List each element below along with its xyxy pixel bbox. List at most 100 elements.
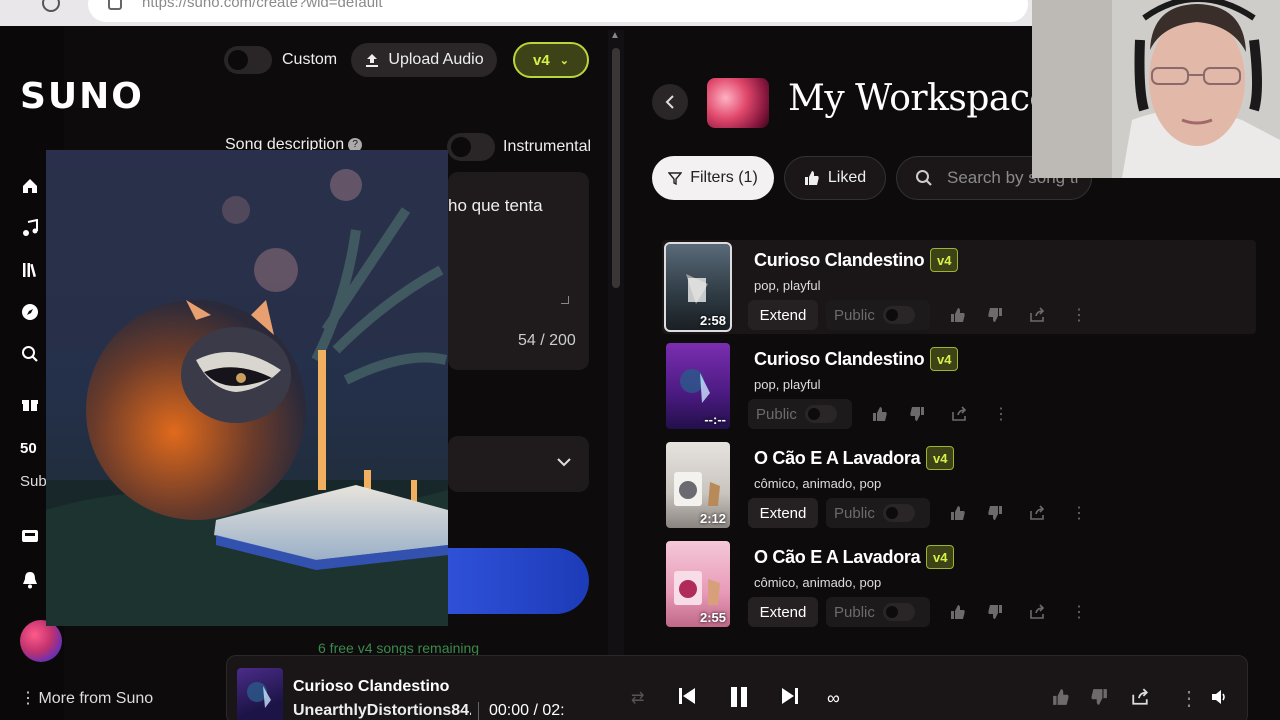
next-icon[interactable] [780, 686, 800, 706]
more-vertical-icon[interactable]: ⋮ [1068, 601, 1090, 623]
song-cover[interactable]: --:-- [666, 343, 730, 429]
thumbs-down-icon[interactable] [984, 601, 1006, 623]
public-toggle[interactable]: Public [826, 300, 930, 330]
search-icon[interactable] [20, 344, 40, 364]
create-scrollbar-thumb[interactable] [612, 48, 620, 288]
song-cover[interactable]: 2:12 [666, 442, 730, 528]
chevron-down-icon: ⌄ [559, 54, 569, 67]
song-tags[interactable]: cômico, animado, pop [754, 476, 881, 491]
song-title[interactable]: Curioso Clandestino [754, 250, 925, 271]
public-switch[interactable] [882, 306, 915, 324]
custom-toggle[interactable] [224, 46, 272, 74]
liked-label: Liked [827, 169, 867, 186]
song-tags[interactable]: cômico, animado, pop [754, 575, 881, 590]
thumbs-up-icon[interactable] [869, 403, 891, 425]
song-duration: 2:58 [699, 313, 726, 328]
filters-button[interactable]: Filters (1) [652, 156, 774, 200]
song-row[interactable]: 2:12 O Cão E A Lavadora v4 cômico, anima… [662, 438, 1256, 532]
previous-icon[interactable] [677, 686, 697, 706]
instrumental-label: Instrumental [503, 138, 592, 155]
model-select[interactable]: v4 ⌄ [513, 42, 589, 78]
song-row[interactable]: 2:58 Curioso Clandestino v4 pop, playful… [662, 240, 1256, 334]
share-icon[interactable] [1131, 688, 1149, 706]
song-cover[interactable]: 2:55 [666, 541, 730, 627]
more-vertical-icon[interactable]: ⋮ [1068, 304, 1090, 326]
extend-button[interactable]: Extend [748, 300, 818, 330]
model-badge: v4 [926, 545, 955, 569]
app-window: https://suno.com/create?wid=default SUNO… [0, 0, 1280, 720]
more-vertical-icon[interactable]: ⋮ [1179, 686, 1199, 711]
public-toggle[interactable]: Public [826, 498, 930, 528]
more-from-suno[interactable]: ⋮ More from Suno [20, 688, 153, 708]
webcam-overlay [1032, 0, 1280, 178]
public-switch[interactable] [882, 504, 915, 522]
public-label: Public [834, 306, 875, 324]
gift-icon[interactable] [20, 393, 40, 413]
song-row[interactable]: --:-- Curioso Clandestino v4 pop, playfu… [662, 339, 1256, 433]
back-button[interactable] [652, 84, 688, 120]
share-icon[interactable] [1026, 304, 1048, 326]
song-title[interactable]: O Cão E A Lavadora [754, 448, 921, 469]
thumbs-up-icon[interactable] [1052, 688, 1070, 706]
instrumental-toggle-row[interactable]: Instrumental [447, 133, 591, 161]
song-duration: 2:12 [699, 511, 726, 526]
song-tags[interactable]: pop, playful [754, 377, 821, 392]
thumbs-down-icon[interactable] [1090, 688, 1108, 706]
public-label: Public [834, 603, 875, 621]
url-text[interactable]: https://suno.com/create?wid=default [142, 0, 383, 11]
create-button[interactable] [448, 548, 589, 614]
player-artist[interactable]: UnearthlyDistortions84... [293, 702, 471, 720]
more-from-suno-label: More from Suno [38, 690, 154, 707]
free-songs-note: 6 free v4 songs remaining [318, 640, 480, 656]
share-icon[interactable] [1026, 502, 1048, 524]
scroll-up-icon[interactable]: ▲ [610, 30, 620, 41]
more-vertical-icon[interactable]: ⋮ [990, 403, 1012, 425]
volume-icon[interactable] [1210, 688, 1228, 706]
browser-address-bar: https://suno.com/create?wid=default [0, 0, 1032, 26]
thumbs-up-icon[interactable] [947, 304, 969, 326]
thumbs-up-icon[interactable] [947, 502, 969, 524]
thumbs-down-icon[interactable] [984, 502, 1006, 524]
thumbs-down-icon[interactable] [984, 304, 1006, 326]
thumbs-down-icon[interactable] [906, 403, 928, 425]
explore-icon[interactable] [20, 302, 40, 322]
music-note-icon[interactable] [20, 218, 40, 238]
song-tags[interactable]: pop, playful [754, 278, 821, 293]
song-title[interactable]: O Cão E A Lavadora [754, 547, 921, 568]
public-toggle[interactable]: Public [748, 399, 852, 429]
library-icon[interactable] [20, 260, 40, 280]
instrumental-toggle[interactable] [447, 133, 495, 161]
song-row[interactable]: 2:55 O Cão E A Lavadora v4 cômico, anima… [662, 537, 1256, 631]
player-cover[interactable] [237, 668, 283, 720]
loop-icon[interactable]: ∞ [827, 688, 840, 709]
custom-toggle-row[interactable]: Custom [224, 46, 337, 74]
extend-button[interactable]: Extend [748, 498, 818, 528]
chevron-down-icon[interactable] [556, 454, 572, 472]
liked-button[interactable]: Liked [784, 156, 886, 200]
upload-audio-button[interactable]: Upload Audio [351, 43, 497, 77]
share-icon[interactable] [948, 403, 970, 425]
public-switch[interactable] [804, 405, 837, 423]
pause-icon[interactable] [729, 686, 749, 708]
song-title[interactable]: Curioso Clandestino [754, 349, 925, 370]
user-avatar[interactable] [20, 620, 62, 662]
share-icon[interactable] [1026, 601, 1048, 623]
reload-icon[interactable] [42, 0, 60, 12]
site-info-icon[interactable] [108, 0, 122, 10]
home-icon[interactable] [20, 176, 40, 196]
bell-icon[interactable] [20, 570, 40, 590]
song-description-value[interactable]: ho que tenta [448, 196, 588, 216]
subscribe-link[interactable]: Sub [20, 473, 47, 490]
thumbs-up-icon[interactable] [947, 601, 969, 623]
chevron-left-icon [665, 95, 674, 109]
resize-handle-icon[interactable] [561, 296, 569, 304]
model-select-value: v4 [533, 51, 550, 69]
more-vertical-icon[interactable]: ⋮ [1068, 502, 1090, 524]
public-switch[interactable] [882, 603, 915, 621]
public-toggle[interactable]: Public [826, 597, 930, 627]
song-cover[interactable]: 2:58 [664, 242, 732, 332]
repeat-icon[interactable]: ⇄ [631, 688, 644, 708]
extend-button[interactable]: Extend [748, 597, 818, 627]
inbox-icon[interactable] [20, 526, 40, 546]
player-song-title[interactable]: Curioso Clandestino [293, 678, 449, 696]
